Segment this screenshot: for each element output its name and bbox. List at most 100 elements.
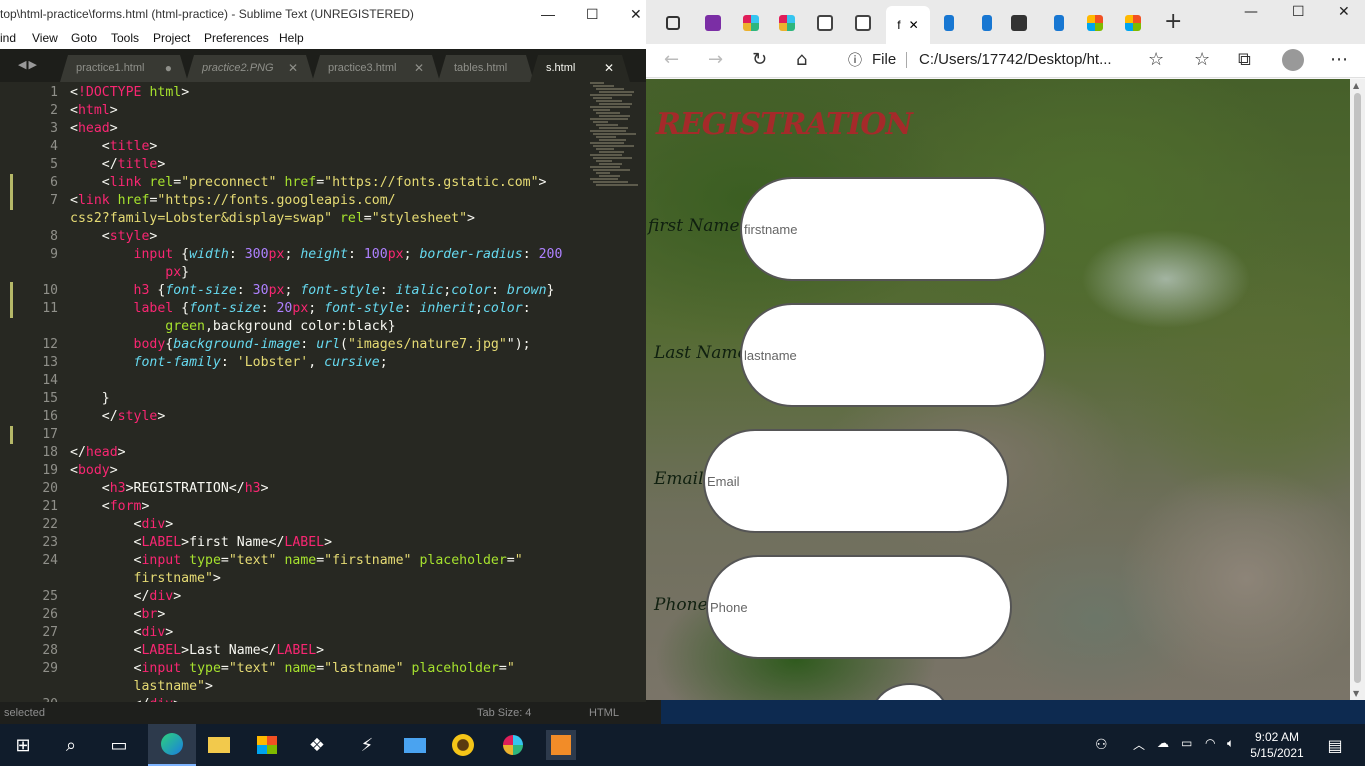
dropbox-icon[interactable]: ❖ (302, 730, 332, 760)
clock[interactable]: 9:02 AM 5/15/2021 (1250, 729, 1304, 761)
maximize-icon[interactable]: ☐ (586, 0, 599, 28)
clock-date: 5/15/2021 (1250, 746, 1304, 760)
minimize-icon[interactable]: — (541, 0, 555, 28)
scroll-down-icon[interactable]: ▼ (1353, 689, 1359, 698)
slack-icon[interactable] (498, 730, 528, 760)
minimap-line (596, 136, 616, 138)
sunflower-icon[interactable] (448, 730, 478, 760)
w3-tab-icon[interactable] (1002, 9, 1036, 37)
home-icon[interactable]: ⌂ (796, 47, 807, 73)
code-line: <LABEL>Last Name</LABEL> (70, 643, 325, 658)
info-icon[interactable]: ⓘ (848, 46, 862, 74)
active-browser-tab[interactable]: f ✕ (886, 6, 930, 44)
menu-find[interactable]: ind (0, 31, 16, 45)
tab-modified-dot-icon[interactable]: ● (165, 55, 172, 82)
sublime-taskbar-icon[interactable] (546, 730, 576, 760)
menu-project[interactable]: Project (153, 31, 190, 45)
slack-tab-icon[interactable] (734, 9, 768, 37)
address-url[interactable]: C:/Users/17742/Desktop/ht... (919, 46, 1112, 74)
maximize-icon[interactable]: ☐ (1292, 4, 1305, 20)
favorite-add-icon[interactable]: ☆ (1148, 47, 1164, 73)
menu-goto[interactable]: Goto (71, 31, 97, 45)
mail-icon[interactable] (400, 730, 430, 760)
first-name-input[interactable] (740, 177, 1046, 281)
page-scrollbar[interactable]: ▲ ▼ (1350, 79, 1365, 700)
minimap-line (590, 118, 628, 120)
tab-practice2[interactable]: practice2.PNG ✕ (186, 55, 314, 82)
phone-input[interactable] (706, 555, 1012, 659)
tab-close-icon[interactable]: ✕ (604, 55, 614, 82)
line-number: 4 (50, 139, 58, 154)
sublime-window: top\html-practice\forms.html (html-pract… (0, 0, 646, 724)
scroll-up-icon[interactable]: ▲ (1353, 81, 1359, 90)
code-line: <input type="text" name="lastname" place… (70, 661, 515, 676)
tab-close-icon[interactable]: ✕ (288, 55, 298, 82)
edge-tab-strip: f ✕ + — ☐ ✕ (646, 0, 1365, 44)
volume-icon[interactable]: 🔈︎ (1227, 736, 1234, 751)
collections-icon[interactable]: ⧉ (1238, 47, 1251, 73)
tab-tables[interactable]: tables.html (438, 55, 534, 82)
status-syntax[interactable]: HTML (589, 702, 619, 724)
forward-icon[interactable]: → (708, 47, 723, 73)
new-tab-button[interactable]: + (1164, 10, 1182, 34)
search-icon[interactable]: ⌕ (56, 730, 86, 760)
close-icon[interactable]: ✕ (630, 0, 642, 28)
task-view-icon[interactable]: ▭ (104, 730, 134, 760)
address-bar[interactable]: ⓘ File C:/Users/17742/Desktop/ht... (834, 46, 1174, 74)
edge-taskbar-icon[interactable] (148, 724, 196, 766)
cloud-icon[interactable]: ☁ (1157, 736, 1169, 750)
mail-tab-icon[interactable] (696, 9, 730, 37)
notifications-icon[interactable]: ▤ (1320, 730, 1350, 760)
menu-help[interactable]: Help (279, 31, 304, 45)
status-tab-size[interactable]: Tab Size: 4 (477, 702, 531, 724)
bing-tab-icon[interactable] (970, 9, 1004, 37)
line-number: 28 (42, 643, 58, 658)
tab-close-icon[interactable]: ✕ (909, 18, 919, 32)
tab-practice3[interactable]: practice3.html ✕ (312, 55, 440, 82)
last-name-input[interactable] (740, 303, 1046, 407)
store-icon[interactable] (252, 730, 282, 760)
favorites-icon[interactable]: ☆ (1194, 47, 1210, 73)
people-icon[interactable]: ⚇ (1095, 736, 1108, 753)
profile-avatar[interactable] (1282, 49, 1304, 71)
tab-practice1[interactable]: practice1.html ● (60, 55, 188, 82)
tab-close-icon[interactable]: ✕ (414, 55, 424, 82)
minimap-line (596, 148, 614, 150)
back-icon[interactable]: ← (664, 47, 679, 73)
wifi-icon[interactable]: ◠ (1205, 736, 1215, 750)
start-icon[interactable]: ⊞ (8, 730, 38, 760)
office-tab-icon[interactable] (1078, 9, 1112, 37)
bing-tab-icon[interactable] (932, 9, 966, 37)
refresh-icon[interactable]: ↻ (752, 47, 767, 73)
menu-tools[interactable]: Tools (111, 31, 139, 45)
more-menu-icon[interactable]: ⋯ (1330, 47, 1348, 73)
menu-view[interactable]: View (32, 31, 58, 45)
tab-actions-icon[interactable] (656, 9, 690, 37)
battery-icon[interactable]: ▭ (1181, 736, 1192, 750)
tab-forms[interactable]: s.html ✕ (530, 55, 630, 82)
email-label: Email (654, 469, 704, 489)
scrollbar-thumb[interactable] (1354, 93, 1361, 683)
file-explorer-icon[interactable] (204, 730, 234, 760)
office-tab-icon[interactable] (1116, 9, 1150, 37)
next-input-partial[interactable] (872, 683, 948, 700)
tab-label: practice1.html (76, 62, 145, 74)
minimap-line (593, 181, 628, 183)
menu-preferences[interactable]: Preferences (204, 31, 269, 45)
minimap-line (593, 145, 634, 147)
minimap-line (599, 115, 630, 117)
slack-tab-icon[interactable] (770, 9, 804, 37)
page-tab-icon[interactable] (846, 9, 880, 37)
app-icon[interactable]: ⚡ (352, 730, 382, 760)
close-icon[interactable]: ✕ (1338, 4, 1350, 20)
line-number: 13 (42, 355, 58, 370)
tab-nav-arrows-icon[interactable]: ◀▶ (18, 58, 39, 71)
email-input[interactable] (703, 429, 1009, 533)
code-editor[interactable]: <!DOCTYPE html> <html> <head> <title> </ti… (70, 82, 586, 702)
minimap[interactable] (586, 82, 644, 202)
page-tab-icon[interactable] (808, 9, 842, 37)
bing-tab-icon[interactable] (1042, 9, 1076, 37)
minimize-icon[interactable]: — (1244, 4, 1258, 20)
tab-label: tables.html (454, 62, 508, 74)
chevron-up-icon[interactable]: ︿ (1133, 736, 1145, 753)
